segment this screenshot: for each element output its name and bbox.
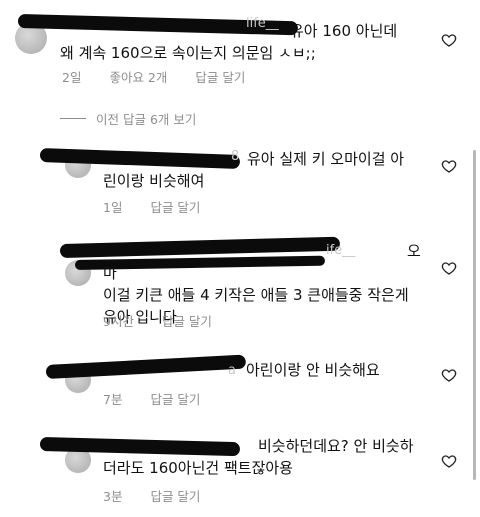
comment-1: life__ 유아 160 아닌데 왜 계속 160으로 속이는지 의문임 ㅅㅂ… [0, 0, 480, 100]
comment-meta: 1일 답글 달기 [103, 197, 200, 216]
timestamp: 9시간 [103, 314, 134, 329]
comment-meta: 3분 답글 달기 [103, 486, 200, 505]
timestamp: 7분 [103, 392, 123, 407]
view-replies-button[interactable]: 이전 답글 6개 보기 [60, 109, 196, 128]
divider-line [60, 118, 86, 119]
comment-5: 비슷하던데요? 안 비슷하 더라도 160아닌건 팩트잖아용 3분 답글 달기 [0, 433, 480, 517]
heart-outline-icon[interactable] [441, 453, 457, 469]
comment-meta: 7분 답글 달기 [103, 389, 200, 408]
comment-3: ife__ 오마 이걸 키큰 애들 4 키작은 애들 3 큰애들중 작은게 유아… [0, 236, 480, 333]
likes-count[interactable]: 좋아요 2개 [109, 67, 167, 86]
timestamp: 2일 [62, 70, 82, 85]
comment-text: 아린이랑 안 비슷해요 [246, 361, 380, 379]
reply-button[interactable]: 답글 달기 [150, 486, 200, 505]
heart-outline-icon[interactable] [441, 367, 457, 383]
heart-outline-icon[interactable] [441, 260, 457, 276]
reply-button[interactable]: 답글 달기 [195, 67, 245, 86]
reply-button[interactable]: 답글 달기 [162, 311, 212, 330]
comment-text: 유아 실제 키 오마이걸 아 린이랑 비슷해여 [103, 150, 405, 190]
comment-text: 유아 160 아닌데 왜 계속 160으로 속이는지 의문임 ㅅㅂ;; [60, 22, 398, 62]
comment-4: a 아린이랑 안 비슷해요 7분 답글 달기 [0, 354, 480, 410]
timestamp: 3분 [103, 489, 123, 504]
heart-outline-icon[interactable] [441, 158, 457, 174]
reply-button[interactable]: 답글 달기 [150, 197, 200, 216]
scrollbar[interactable] [473, 150, 476, 480]
comment-2: 8 유아 실제 키 오마이걸 아 린이랑 비슷해여 1일 답글 달기 [0, 140, 480, 220]
view-replies-label[interactable]: 이전 답글 6개 보기 [96, 109, 196, 128]
comment-meta: 9시간 답글 달기 [103, 311, 212, 330]
comment-text: 비슷하던데요? 안 비슷하 더라도 160아닌건 팩트잖아용 [103, 437, 414, 477]
heart-outline-icon[interactable] [441, 32, 457, 48]
timestamp: 1일 [103, 200, 123, 215]
comment-meta: 2일 좋아요 2개 답글 달기 [62, 67, 245, 86]
reply-button[interactable]: 답글 달기 [150, 389, 200, 408]
